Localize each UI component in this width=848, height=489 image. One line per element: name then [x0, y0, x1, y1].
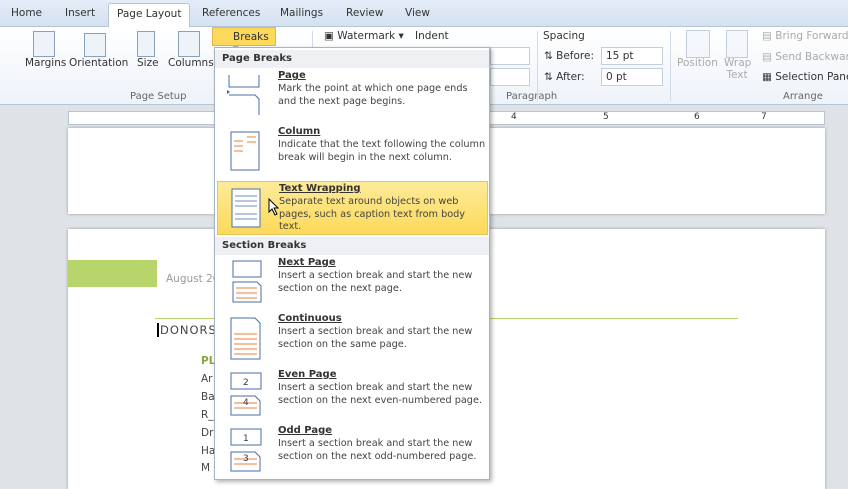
ribbon-tabs: Home Insert Page Layout References Maili… — [0, 0, 848, 28]
tab-mailings[interactable]: Mailings — [280, 7, 323, 19]
wrap-text-icon — [726, 30, 748, 58]
document-line: M — [201, 462, 211, 474]
columns-icon — [178, 31, 200, 57]
document-line: R_ — [201, 409, 214, 421]
page-break-icon — [227, 75, 260, 115]
header-accent-bar — [68, 260, 157, 287]
tab-review[interactable]: Review — [346, 7, 383, 19]
paragraph-group-label: Paragraph — [506, 91, 558, 102]
position-icon — [686, 30, 710, 58]
breaks-label: Breaks — [233, 31, 269, 43]
menu-item-description: Insert a section break and start the new… — [278, 382, 482, 406]
indent-right-input[interactable] — [490, 68, 530, 86]
position-button[interactable]: Position — [677, 57, 718, 69]
before-label: ⇅ Before: — [544, 50, 595, 62]
menu-item-column[interactable]: Column Indicate that the text following … — [217, 125, 488, 179]
menu-item-description: Mark the point at which one page ends an… — [278, 83, 468, 107]
breaks-dropdown-menu: Page Breaks Page Mark the point at which… — [214, 47, 490, 480]
menu-item-text-wrapping[interactable]: Text Wrapping Separate text around objec… — [217, 181, 488, 235]
svg-text:4: 4 — [243, 398, 249, 408]
menu-item-page[interactable]: Page Mark the point at which one page en… — [217, 69, 488, 123]
menu-item-title: Even Page — [278, 369, 337, 380]
orientation-icon — [84, 33, 106, 57]
menu-item-title: Odd Page — [278, 425, 333, 436]
document-heading: DONORS — [157, 323, 217, 337]
watermark-label: Watermark — [337, 30, 396, 42]
arrange-group-label: Arrange — [783, 91, 823, 102]
document-line: Ba — [201, 391, 215, 403]
spacing-label: Spacing — [543, 30, 585, 42]
size-icon — [137, 31, 155, 57]
menu-item-title: Continuous — [278, 313, 342, 324]
menu-item-description: Indicate that the text following the col… — [278, 139, 486, 163]
document-date: August 20 — [166, 273, 220, 285]
margins-button[interactable]: Margins — [25, 57, 66, 69]
ruler-mark: 4 — [511, 112, 517, 122]
columns-button[interactable]: Columns — [168, 57, 214, 69]
tab-page-layout[interactable]: Page Layout — [108, 3, 191, 28]
spacing-after-input[interactable]: 0 pt — [601, 68, 663, 86]
column-break-icon — [230, 131, 260, 171]
continuous-icon — [230, 317, 261, 360]
indent-left-input[interactable] — [490, 47, 530, 65]
spacing-before-input[interactable]: 15 pt — [601, 47, 663, 65]
section-breaks-header: Section Breaks — [215, 237, 489, 255]
menu-item-title: Text Wrapping — [279, 183, 361, 194]
margins-icon — [33, 31, 55, 57]
ruler-mark: 6 — [694, 112, 700, 122]
tab-references[interactable]: References — [202, 7, 260, 19]
menu-item-title: Column — [278, 126, 321, 137]
svg-text:1: 1 — [243, 434, 249, 444]
watermark-button[interactable]: ▣ Watermark ▾ — [324, 30, 404, 42]
menu-item-odd-page[interactable]: 13 Odd Page Insert a section break and s… — [217, 424, 488, 478]
indent-label: Indent — [415, 30, 449, 42]
menu-item-description: Insert a section break and start the new… — [278, 438, 477, 462]
send-backward-button[interactable]: ▤ Send Backward — [762, 51, 848, 63]
menu-item-title: Next Page — [278, 257, 336, 268]
ruler-mark: 5 — [603, 112, 609, 122]
even-page-icon: 24 — [230, 372, 262, 416]
after-label: ⇅ After: — [544, 71, 585, 83]
orientation-button[interactable]: Orientation — [69, 57, 128, 69]
selection-pane-button[interactable]: ▦ Selection Pane — [762, 71, 848, 83]
breaks-button[interactable]: Breaks ▾ — [212, 27, 276, 55]
tab-view[interactable]: View — [405, 7, 430, 19]
document-line: Ar — [201, 373, 213, 385]
page-setup-group-label: Page Setup — [130, 91, 187, 102]
menu-item-title: Page — [278, 70, 306, 81]
menu-item-description: Insert a section break and start the new… — [278, 270, 473, 294]
mouse-cursor-icon — [268, 198, 280, 216]
odd-page-icon: 13 — [230, 428, 262, 472]
size-button[interactable]: Size — [137, 57, 159, 69]
menu-item-description: Separate text around objects on web page… — [279, 196, 466, 232]
menu-item-description: Insert a section break and start the new… — [278, 326, 473, 350]
next-page-icon — [232, 260, 262, 303]
svg-text:2: 2 — [243, 378, 249, 388]
text-wrapping-icon — [231, 188, 261, 228]
ruler-mark: 7 — [761, 112, 767, 122]
document-line: Dr — [201, 427, 214, 439]
tab-home[interactable]: Home — [11, 7, 42, 19]
menu-item-continuous[interactable]: Continuous Insert a section break and st… — [217, 312, 488, 366]
page-breaks-header: Page Breaks — [215, 50, 489, 68]
wrap-text-button[interactable]: Wrap Text — [724, 57, 751, 81]
svg-text:3: 3 — [243, 454, 249, 464]
bring-forward-button[interactable]: ▤ Bring Forward — [762, 30, 848, 42]
menu-item-next-page[interactable]: Next Page Insert a section break and sta… — [217, 256, 488, 310]
tab-insert[interactable]: Insert — [65, 7, 95, 19]
menu-item-even-page[interactable]: 24 Even Page Insert a section break and … — [217, 368, 488, 422]
